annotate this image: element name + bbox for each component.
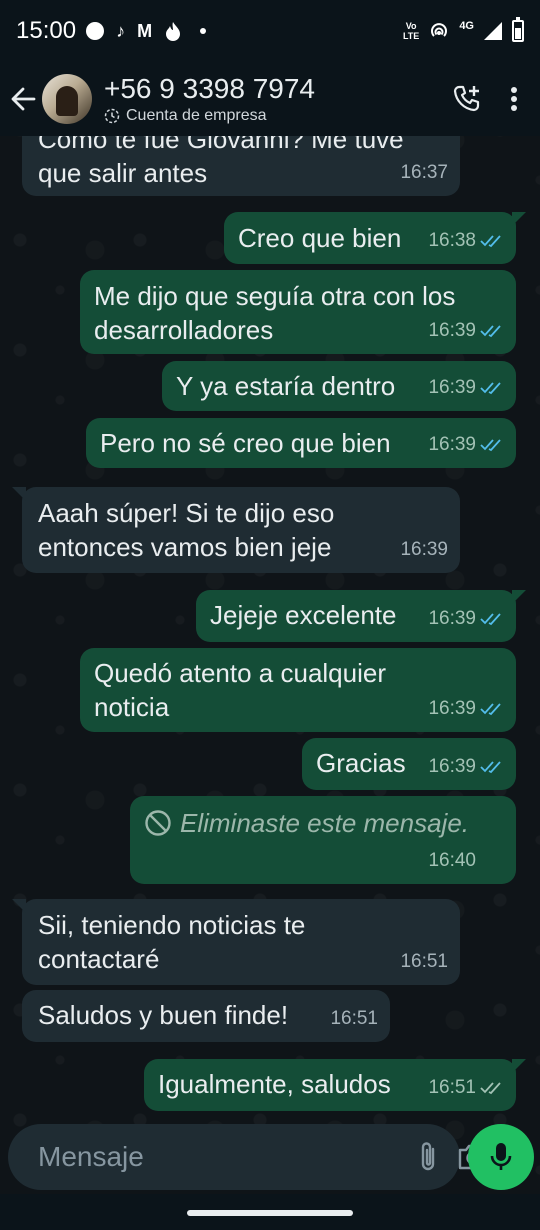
double-check-icon <box>480 761 501 774</box>
message-time: 16:39 <box>428 320 476 341</box>
message-meta: 16:51 <box>330 1002 378 1036</box>
hotspot-icon <box>431 23 448 37</box>
gmail-icon: M <box>137 20 153 41</box>
contact-info[interactable]: +56 9 3398 7974 Cuenta de empresa <box>104 73 315 125</box>
message-meta: 16:39 <box>428 750 504 784</box>
message-time: 16:51 <box>330 1008 378 1029</box>
message-time: 16:39 <box>428 608 476 629</box>
gesture-handle[interactable] <box>187 1210 353 1216</box>
double-check-icon <box>480 325 501 338</box>
message-outgoing[interactable]: Y ya estaría dentro 16:39 <box>162 361 516 411</box>
double-check-icon <box>480 703 501 716</box>
message-outgoing[interactable]: Igualmente, saludos 16:51 <box>144 1059 526 1111</box>
signal-icon <box>484 22 502 40</box>
message-time: 16:51 <box>400 951 448 972</box>
message-text: Sii, teniendo noticias te contactaré <box>38 910 306 974</box>
paperclip-icon <box>421 1142 435 1171</box>
message-meta: 16:39 <box>428 371 504 405</box>
message-deleted[interactable]: Eliminaste este mensaje. 16:40 <box>130 796 516 884</box>
back-button[interactable] <box>4 69 42 129</box>
tiktok-icon: ♪ <box>116 20 126 41</box>
message-outgoing[interactable]: Pero no sé creo que bien 16:39 <box>86 418 516 468</box>
message-text: Saludos y buen finde! <box>38 1000 289 1030</box>
network-type: 4G <box>459 20 474 32</box>
business-account-label: Cuenta de empresa <box>126 107 267 124</box>
message-input[interactable] <box>38 1141 399 1173</box>
header-actions <box>452 84 518 114</box>
message-time: 16:39 <box>400 539 448 560</box>
chat-header: +56 9 3398 7974 Cuenta de empresa <box>0 62 540 136</box>
more-vertical-icon[interactable] <box>510 86 518 112</box>
message-outgoing[interactable]: Quedó atento a cualquier noticia 16:39 <box>80 648 516 732</box>
message-composer <box>8 1124 488 1190</box>
message-outgoing[interactable]: Creo que bien 16:38 <box>224 212 526 264</box>
message-outgoing[interactable]: Gracias 16:39 <box>302 738 516 790</box>
system-nav-bar <box>0 1194 540 1230</box>
notification-dot-icon <box>86 22 105 40</box>
status-bar: 15:00 ♪ M Vo LTE 4G <box>0 0 540 62</box>
battery-icon <box>512 17 524 42</box>
arrow-left-icon <box>11 87 36 111</box>
message-meta: 16:39 <box>428 314 504 348</box>
phone-plus-icon[interactable] <box>452 84 482 114</box>
message-meta: 16:37 <box>400 156 448 190</box>
contact-avatar[interactable] <box>42 74 92 124</box>
business-badge-icon <box>104 108 120 124</box>
message-outgoing[interactable]: Me dijo que seguía otra con los desarrol… <box>80 270 516 354</box>
attach-button[interactable] <box>417 1140 439 1174</box>
double-check-icon <box>480 382 501 395</box>
message-meta: 16:39 <box>428 692 504 726</box>
flame-icon <box>166 22 181 41</box>
message-incoming[interactable]: Sii, teniendo noticias te contactaré 16:… <box>12 899 460 985</box>
double-check-icon <box>480 1082 501 1095</box>
message-time: 16:39 <box>428 377 476 398</box>
mic-icon <box>490 1143 512 1170</box>
double-check-icon <box>480 613 501 626</box>
message-time: 16:39 <box>428 756 476 777</box>
message-meta: 16:39 <box>428 428 504 462</box>
message-meta: 16:51 <box>428 1071 504 1105</box>
contact-name: +56 9 3398 7974 <box>104 73 315 104</box>
double-check-icon <box>480 439 501 452</box>
message-time: 16:39 <box>428 698 476 719</box>
message-incoming[interactable]: Aaah súper! Si te dijo eso entonces vamo… <box>12 487 460 573</box>
deleted-message-row: Eliminaste este mensaje. <box>144 806 516 840</box>
double-check-icon <box>480 235 501 248</box>
message-meta: 16:51 <box>400 945 448 979</box>
voice-message-button[interactable] <box>468 1124 534 1190</box>
message-meta: 16:40 <box>428 844 476 878</box>
message-outgoing[interactable]: Jejeje excelente 16:39 <box>196 590 526 642</box>
message-incoming[interactable]: Saludos y buen finde! 16:51 <box>22 990 390 1042</box>
deleted-message-text: Eliminaste este mensaje. <box>180 808 470 838</box>
message-time: 16:51 <box>428 1077 476 1098</box>
more-notifications-icon <box>200 28 207 34</box>
system-icons: Vo LTE 4G <box>402 17 524 42</box>
status-time: 15:00 <box>16 17 77 44</box>
message-time: 16:40 <box>428 850 476 871</box>
message-time: 16:38 <box>428 230 476 251</box>
message-meta: 16:39 <box>428 602 504 636</box>
message-text: Aaah súper! Si te dijo eso entonces vamo… <box>38 498 335 562</box>
message-time: 16:37 <box>400 162 448 183</box>
prohibited-icon <box>145 810 171 836</box>
message-meta: 16:38 <box>428 224 504 258</box>
contact-subtitle: Cuenta de empresa <box>104 107 315 125</box>
volte-icon: Vo LTE <box>402 21 420 41</box>
message-time: 16:39 <box>428 434 476 455</box>
message-text: Quedó atento a cualquier noticia <box>94 658 386 722</box>
notification-icons: ♪ M <box>86 20 207 42</box>
message-meta: 16:39 <box>400 533 448 567</box>
